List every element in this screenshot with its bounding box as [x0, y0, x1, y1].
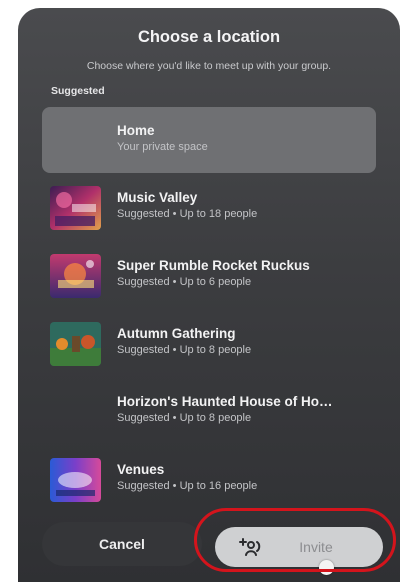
location-name: Music Valley: [117, 190, 198, 205]
location-item-horizons-haunted-house[interactable]: Horizon's Haunted House of Ho… Suggested…: [42, 378, 376, 445]
location-subtitle: Suggested • Up to 8 people: [117, 412, 252, 424]
location-item-autumn-gathering[interactable]: Autumn Gathering Suggested • Up to 8 peo…: [42, 310, 376, 377]
location-name: Venues: [117, 462, 165, 477]
dialog-footer: Cancel Invite: [42, 522, 384, 575]
location-name: Super Rumble Rocket Ruckus: [117, 258, 310, 273]
location-item-home[interactable]: Home Your private space: [42, 107, 376, 173]
add-people-icon: [237, 536, 263, 558]
location-subtitle: Suggested • Up to 6 people: [117, 276, 252, 288]
location-item-text: Music Valley Suggested • Up to 18 people: [117, 190, 366, 220]
location-name: Horizon's Haunted House of Ho…: [117, 394, 333, 409]
location-item-text: Autumn Gathering Suggested • Up to 8 peo…: [117, 326, 366, 356]
location-subtitle: Suggested • Up to 18 people: [117, 208, 258, 220]
rocket-ruckus-thumbnail: [50, 254, 101, 298]
location-item-text: Horizon's Haunted House of Ho… Suggested…: [117, 394, 366, 424]
location-list: Home Your private space Music Valley Sug…: [42, 107, 376, 514]
location-name: Home: [117, 123, 155, 138]
cancel-button[interactable]: Cancel: [42, 522, 202, 566]
section-label-suggested: Suggested: [51, 85, 105, 97]
location-item-text: Super Rumble Rocket Ruckus Suggested • U…: [117, 258, 366, 288]
location-item-music-valley[interactable]: Music Valley Suggested • Up to 18 people: [42, 174, 376, 241]
location-subtitle: Your private space: [117, 141, 208, 153]
location-dialog: Choose a location Choose where you'd lik…: [18, 8, 400, 582]
dialog-title: Choose a location: [137, 28, 281, 46]
invite-label: Invite: [299, 539, 333, 555]
venues-thumbnail: [50, 458, 101, 502]
autumn-gathering-thumbnail: [50, 322, 101, 366]
dialog-subtitle: Choose where you'd like to meet up with …: [86, 60, 332, 72]
location-item-text: Venues Suggested • Up to 16 people: [117, 462, 366, 492]
location-item-text: Home Your private space: [117, 123, 366, 153]
music-valley-thumbnail: [50, 186, 101, 230]
location-name: Autumn Gathering: [117, 326, 236, 341]
location-item-venues[interactable]: Venues Suggested • Up to 16 people: [42, 446, 376, 513]
location-subtitle: Suggested • Up to 8 people: [117, 344, 252, 356]
location-item-super-rumble-rocket-ruckus[interactable]: Super Rumble Rocket Ruckus Suggested • U…: [42, 242, 376, 309]
location-subtitle: Suggested • Up to 16 people: [117, 480, 258, 492]
pointer-cursor: [319, 560, 334, 575]
invite-button[interactable]: Invite: [215, 527, 383, 575]
